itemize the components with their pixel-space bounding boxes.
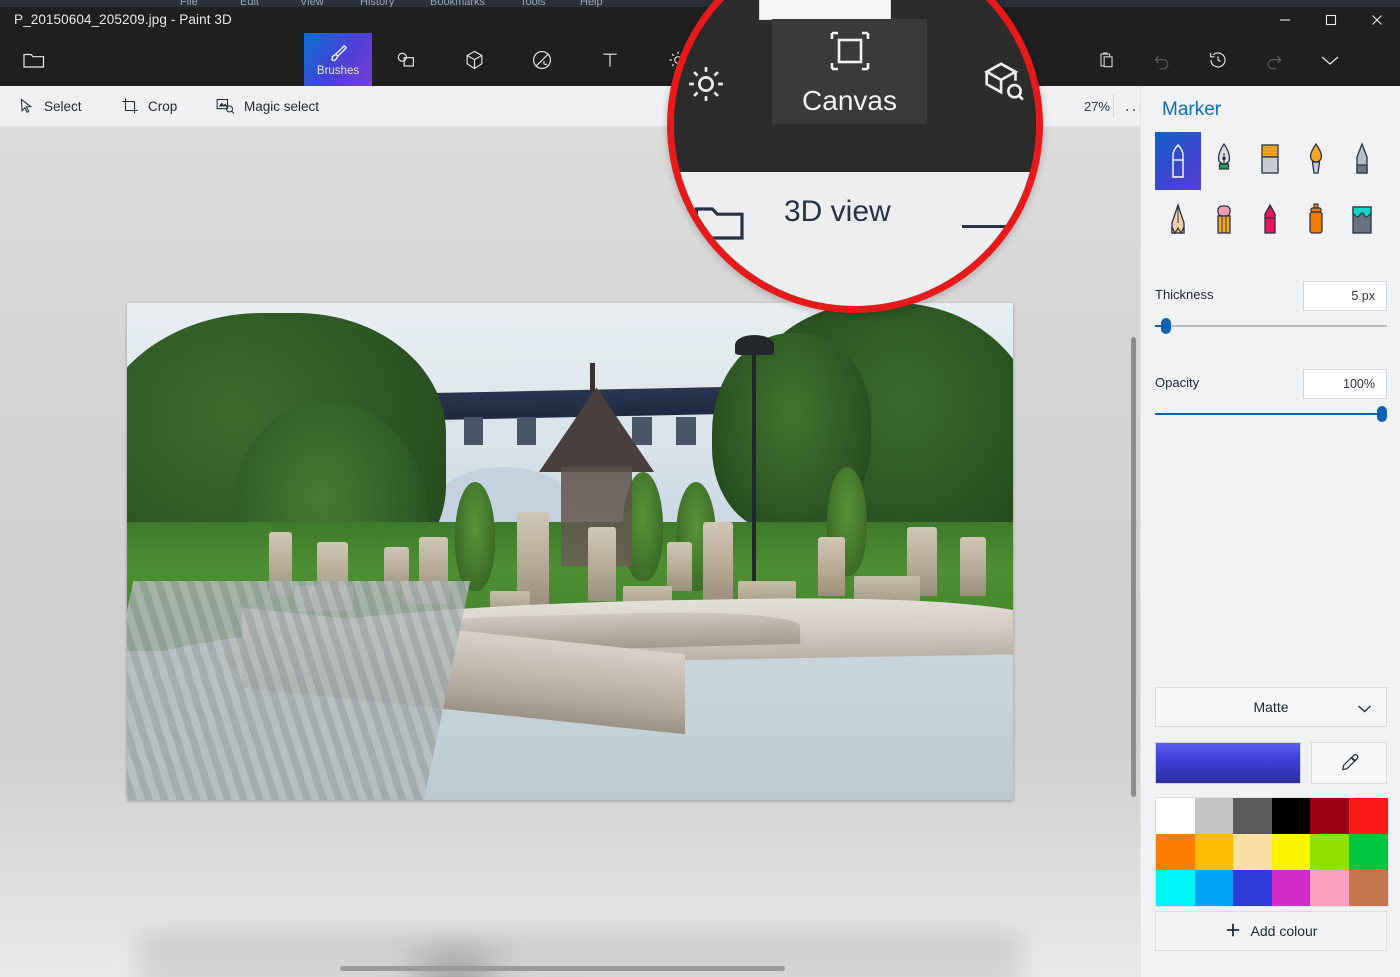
eyedropper-button[interactable] xyxy=(1311,742,1387,784)
tab-2d-shapes[interactable] xyxy=(372,33,440,86)
properties-panel: Marker Thickness 5 px Opacity 100% Matte… xyxy=(1140,86,1400,977)
colour-swatch[interactable] xyxy=(1194,834,1234,870)
window-title: P_20150604_205209.jpg - Paint 3D xyxy=(14,12,232,27)
colour-swatch[interactable] xyxy=(1156,834,1195,870)
plus-icon xyxy=(1225,922,1241,941)
undo-icon[interactable] xyxy=(1136,33,1188,86)
select-tool[interactable]: Select xyxy=(12,86,88,126)
menu-history[interactable]: History xyxy=(360,0,394,7)
brush-oil-brush[interactable] xyxy=(1247,132,1293,190)
opacity-slider[interactable] xyxy=(1155,406,1387,422)
colour-swatch[interactable] xyxy=(1348,870,1388,906)
colour-swatch[interactable] xyxy=(1233,834,1272,870)
colour-palette xyxy=(1155,797,1389,907)
colour-swatch[interactable] xyxy=(1310,798,1349,834)
paint3d-window: File Edit View History Bookmarks Tools H… xyxy=(0,0,1400,977)
minimize-dash-zoomed xyxy=(962,225,1014,229)
magic-select-tool[interactable]: Magic select xyxy=(210,86,325,126)
tab-brushes[interactable]: Brushes xyxy=(304,33,372,86)
current-colour-row xyxy=(1155,742,1387,784)
chevron-down-icon xyxy=(1357,701,1372,717)
tab-3d-shapes[interactable] xyxy=(440,33,508,86)
zoom-level[interactable]: 27% xyxy=(1084,86,1110,126)
opacity-label: Opacity xyxy=(1155,375,1200,390)
colour-swatch[interactable] xyxy=(1310,870,1349,906)
brush-crayon[interactable] xyxy=(1247,192,1293,250)
image-canvas[interactable] xyxy=(127,303,1013,800)
magic-select-label: Magic select xyxy=(244,98,320,114)
brush-pixel-pen[interactable] xyxy=(1339,132,1385,190)
history-icon[interactable] xyxy=(1192,33,1244,86)
paste-icon[interactable] xyxy=(1080,33,1132,86)
colour-swatch[interactable] xyxy=(1233,870,1272,906)
material-dropdown[interactable]: Matte xyxy=(1155,687,1387,727)
opacity-thumb[interactable] xyxy=(1377,406,1387,422)
effects-icon-zoomed[interactable] xyxy=(684,62,728,111)
colour-swatch[interactable] xyxy=(1156,798,1195,834)
add-colour-button[interactable]: Add colour xyxy=(1155,911,1387,951)
horizontal-scrollbar[interactable] xyxy=(340,966,785,971)
brush-eraser[interactable] xyxy=(1201,192,1247,250)
chevron-down-icon[interactable] xyxy=(1304,33,1356,86)
material-selected: Matte xyxy=(1253,699,1289,715)
minimize-button[interactable] xyxy=(1262,7,1308,33)
magnifier-callout: Canvas Canvas 3D view xyxy=(667,0,1043,313)
brush-watercolor[interactable] xyxy=(1293,132,1339,190)
crop-tool-label: Crop xyxy=(148,98,178,114)
menu-view[interactable]: View xyxy=(300,0,324,7)
blurred-overlay-blob xyxy=(400,942,510,977)
colour-swatch[interactable] xyxy=(1194,870,1234,906)
brush-marker[interactable] xyxy=(1155,132,1201,190)
callout-3d-view-row[interactable]: 3D view xyxy=(674,172,1036,306)
colour-swatch[interactable] xyxy=(1271,834,1311,870)
brush-calligraphy-pen[interactable] xyxy=(1201,132,1247,190)
colour-swatch[interactable] xyxy=(1156,870,1195,906)
colour-swatch[interactable] xyxy=(1271,870,1311,906)
colour-swatch[interactable] xyxy=(1233,798,1272,834)
panel-title: Marker xyxy=(1162,99,1222,120)
thickness-track xyxy=(1155,325,1387,327)
thickness-row: Thickness 5 px xyxy=(1155,281,1387,311)
photo-monastery-park xyxy=(127,303,1013,800)
menu-bookmarks[interactable]: Bookmarks xyxy=(430,0,485,7)
thickness-slider[interactable] xyxy=(1155,318,1387,334)
thickness-thumb[interactable] xyxy=(1161,318,1171,334)
tab-stickers[interactable] xyxy=(508,33,576,86)
opacity-row: Opacity 100% xyxy=(1155,369,1387,399)
close-button[interactable] xyxy=(1354,7,1400,33)
colour-swatch[interactable] xyxy=(1310,834,1349,870)
brush-pencil[interactable] xyxy=(1155,192,1201,250)
callout-tooltip: Canvas xyxy=(759,0,891,20)
opacity-value[interactable]: 100% xyxy=(1303,369,1387,399)
menu-folder-icon[interactable] xyxy=(18,46,50,74)
callout-canvas-label: Canvas xyxy=(802,84,897,116)
thickness-label: Thickness xyxy=(1155,287,1214,302)
brush-fill[interactable] xyxy=(1339,192,1385,250)
thickness-value[interactable]: 5 px xyxy=(1303,281,1387,311)
brush-spray-can[interactable] xyxy=(1293,192,1339,250)
menu-edit[interactable]: Edit xyxy=(240,0,259,7)
colour-swatch[interactable] xyxy=(1348,834,1388,870)
select-tool-label: Select xyxy=(44,98,82,114)
colour-swatch[interactable] xyxy=(1348,798,1388,834)
opacity-fill xyxy=(1155,413,1387,415)
add-colour-label: Add colour xyxy=(1250,923,1318,939)
tab-brushes-label: Brushes xyxy=(316,64,360,77)
callout-3d-view-label: 3D view xyxy=(784,195,891,229)
crop-tool[interactable]: Crop xyxy=(115,86,183,126)
redo-icon[interactable] xyxy=(1248,33,1300,86)
menu-tools[interactable]: Tools xyxy=(520,0,546,7)
tab-text[interactable] xyxy=(576,33,644,86)
maximize-button[interactable] xyxy=(1308,7,1354,33)
folder-icon-zoomed xyxy=(694,202,746,249)
menu-help[interactable]: Help xyxy=(580,0,603,7)
callout-canvas-button[interactable]: Canvas xyxy=(772,19,927,124)
colour-swatch[interactable] xyxy=(1271,798,1311,834)
current-colour-swatch[interactable] xyxy=(1155,742,1301,784)
colour-swatch[interactable] xyxy=(1194,798,1234,834)
brush-grid xyxy=(1155,132,1387,250)
menu-file[interactable]: File xyxy=(180,0,198,7)
vertical-scrollbar[interactable] xyxy=(1131,337,1136,797)
3d-library-icon-zoomed[interactable] xyxy=(980,59,1026,110)
